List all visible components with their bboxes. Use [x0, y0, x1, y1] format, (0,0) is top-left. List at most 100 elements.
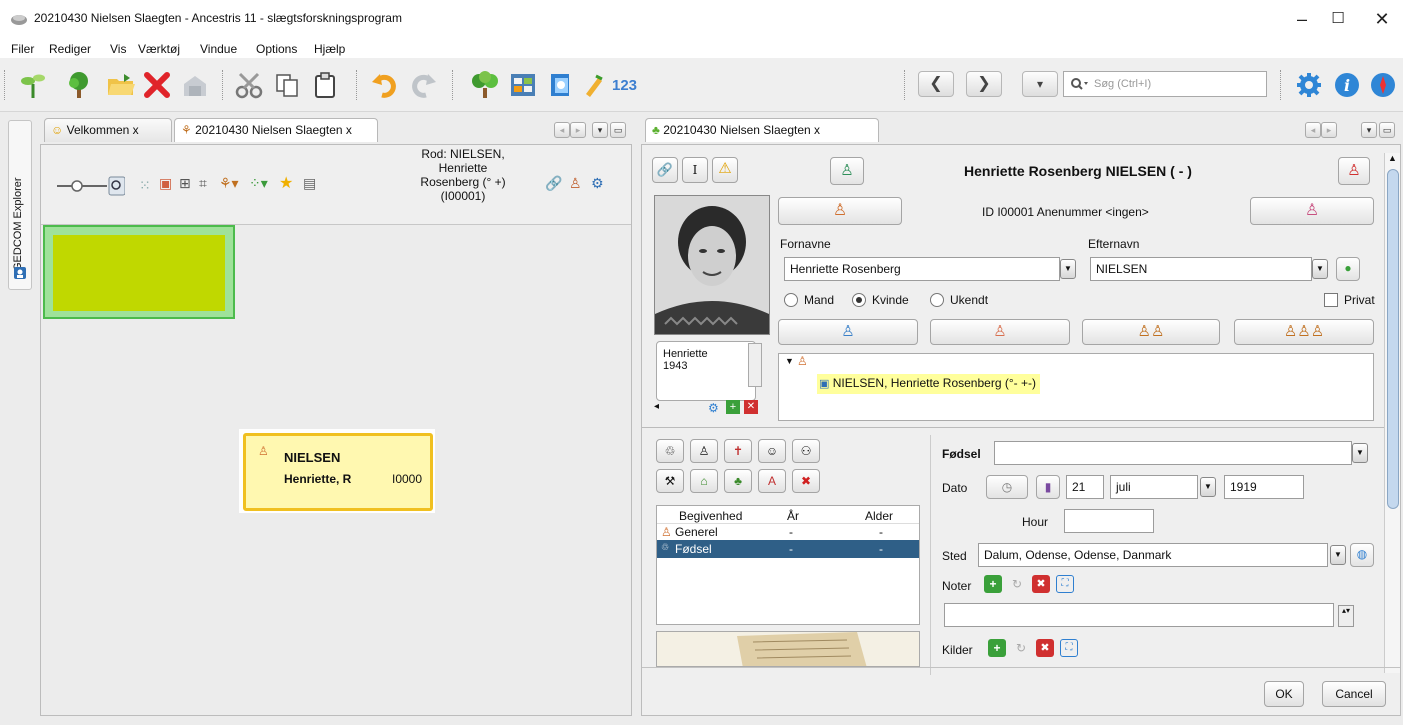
add-child-button[interactable]: ♙♙♙ — [1234, 319, 1374, 345]
add-father-button[interactable]: ♙ — [778, 197, 902, 225]
menu-filer[interactable]: Filer — [11, 42, 34, 56]
note-spinner[interactable]: ▴▾ — [1338, 605, 1354, 627]
tab-tree-view[interactable]: ⚘ 20210430 Nielsen Slaegten x — [174, 118, 378, 142]
event-birth-button[interactable]: ♙ — [690, 439, 718, 463]
event-type-field[interactable] — [994, 441, 1352, 465]
link-source-icon[interactable]: ↻ — [1012, 639, 1030, 657]
person-photo[interactable] — [654, 195, 770, 335]
menu-rediger[interactable]: Rediger — [49, 42, 91, 56]
add-mother-button[interactable]: ♙ — [1250, 197, 1374, 225]
scroll-up-icon[interactable]: ▲ — [1388, 153, 1397, 163]
tab-list-button[interactable]: ▾ — [592, 122, 608, 138]
sex-mand-radio[interactable] — [784, 293, 798, 307]
col-begivenhed[interactable]: Begivenhed — [679, 509, 742, 523]
sted-dropdown[interactable]: ▼ — [1330, 545, 1346, 565]
add-person-button[interactable]: ♙ — [830, 157, 864, 185]
fit-icon[interactable]: ⌗ — [199, 175, 207, 192]
add-note-icon[interactable]: + — [984, 575, 1002, 593]
menu-vaerktoej[interactable]: Værktøj — [138, 42, 180, 56]
tree-view-icon[interactable] — [470, 70, 500, 100]
tab-scroll-right-button[interactable]: ▸ — [570, 122, 586, 138]
grid-icon[interactable]: ⁙ — [139, 177, 151, 194]
tree-mode-icon[interactable]: ⚘▾ — [219, 175, 239, 192]
cut-icon[interactable] — [234, 70, 264, 100]
event-occupation-button[interactable]: ⚇ — [792, 439, 820, 463]
date-month-field[interactable]: juli — [1110, 475, 1198, 499]
tab-scroll-right-button[interactable]: ▸ — [1321, 122, 1337, 138]
delete-note-icon[interactable]: ✖ — [1032, 575, 1050, 593]
back-button[interactable]: ❮ — [918, 71, 954, 97]
maximize-button[interactable]: ☐ — [1318, 6, 1358, 32]
table-row-selected[interactable]: ♲ Fødsel - - — [657, 540, 919, 558]
note-field[interactable] — [944, 603, 1334, 627]
close-button[interactable]: ✕ — [1362, 6, 1402, 32]
sex-kvinde-radio[interactable] — [852, 293, 866, 307]
maximize-panel-button[interactable]: ▭ — [610, 122, 626, 138]
caption-scrollbar[interactable] — [748, 343, 762, 387]
event-attribute-button[interactable]: A — [758, 469, 786, 493]
bookmark-star-icon[interactable]: ★ — [279, 173, 293, 193]
zoom-slider[interactable] — [55, 175, 125, 197]
expand-icon[interactable]: ⊞ — [179, 175, 191, 192]
menu-options[interactable]: Options — [256, 42, 297, 56]
name-search-button[interactable]: ● — [1336, 257, 1360, 281]
family-tree-item[interactable]: ▣ NIELSEN, Henriette Rosenberg (°- +-) — [817, 374, 1040, 394]
tree-expand-icon[interactable]: ▼ — [785, 356, 794, 366]
text-mode-button[interactable]: I — [682, 157, 708, 183]
close-file-icon[interactable] — [142, 70, 172, 100]
source-image-thumbnail[interactable] — [656, 631, 920, 667]
layout-icon[interactable]: ⁘▾ — [249, 175, 268, 192]
tree-open-icon[interactable] — [64, 70, 94, 100]
add-brother-button[interactable]: ♙ — [778, 319, 918, 345]
sted-field[interactable]: Dalum, Odense, Odense, Danmark — [978, 543, 1328, 567]
add-spouse-button[interactable]: ♙♙ — [1082, 319, 1220, 345]
delete-source-icon[interactable]: ✖ — [1036, 639, 1054, 657]
person-card-icon[interactable]: ▣ — [159, 175, 172, 192]
place-globe-button[interactable]: ◍ — [1350, 543, 1374, 567]
event-delete-button[interactable]: ✖ — [792, 469, 820, 493]
efternavn-field[interactable]: NIELSEN — [1090, 257, 1312, 281]
date-month-dropdown[interactable]: ▼ — [1200, 477, 1216, 497]
person-card[interactable]: ♙ NIELSEN Henriette, R I0000 — [243, 433, 433, 511]
fornavne-field[interactable]: Henriette Rosenberg — [784, 257, 1060, 281]
table-view-icon[interactable] — [508, 70, 538, 100]
settings-gear-icon[interactable] — [1294, 70, 1324, 100]
report-book-icon[interactable] — [546, 70, 576, 100]
tree-settings-icon[interactable]: ⚙ — [591, 175, 604, 192]
date-year-field[interactable]: 1919 — [1224, 475, 1304, 499]
root-person-icon[interactable]: ♙ — [569, 175, 582, 192]
gedcom-explorer-tab[interactable]: GEDCOM Explorer — [8, 120, 32, 290]
search-input[interactable]: Søg (Ctrl+I) — [1063, 71, 1267, 97]
numbering-tool[interactable]: 123 — [612, 77, 637, 94]
date-precision-button[interactable]: ◷ — [986, 475, 1028, 499]
undo-icon[interactable] — [370, 70, 400, 100]
event-emigration-button[interactable]: ♣ — [724, 469, 752, 493]
add-source-icon[interactable]: + — [988, 639, 1006, 657]
efternavn-dropdown[interactable]: ▼ — [1312, 259, 1328, 279]
menu-vindue[interactable]: Vindue — [200, 42, 237, 56]
events-splitter[interactable] — [930, 435, 932, 675]
expand-source-icon[interactable]: ⛶ — [1060, 639, 1078, 657]
tab-close-icon[interactable]: x — [133, 123, 139, 137]
tab-edit-view[interactable]: ♣ 20210430 Nielsen Slaegten x — [645, 118, 879, 142]
forward-button[interactable]: ❯ — [966, 71, 1002, 97]
redo-icon[interactable] — [408, 70, 438, 100]
folder-open-icon[interactable] — [106, 70, 136, 100]
event-face-button[interactable]: ☺ — [758, 439, 786, 463]
tree-canvas[interactable]: ♙ NIELSEN Henriette, R I0000 — [41, 225, 631, 715]
event-type-dropdown[interactable]: ▼ — [1352, 443, 1368, 463]
event-burial-button[interactable]: ⚒ — [656, 469, 684, 493]
privat-checkbox[interactable] — [1324, 293, 1338, 307]
tab-velkommen[interactable]: ☺ Velkommen x — [44, 118, 172, 142]
link-icon[interactable]: 🔗 — [545, 175, 562, 192]
media-prev-icon[interactable]: ◂ — [654, 401, 659, 412]
warning-button[interactable]: ⚠ — [712, 157, 738, 183]
delete-person-button[interactable]: ♙ — [1338, 157, 1370, 185]
maximize-panel-button[interactable]: ▭ — [1379, 122, 1395, 138]
tab-list-button[interactable]: ▾ — [1361, 122, 1377, 138]
history-dropdown[interactable]: ▾ — [1022, 71, 1058, 97]
date-day-field[interactable]: 21 — [1066, 475, 1104, 499]
link-note-icon[interactable]: ↻ — [1008, 575, 1026, 593]
right-scrollbar[interactable]: ▲ — [1384, 153, 1400, 673]
tab-close-icon[interactable]: x — [814, 123, 820, 137]
